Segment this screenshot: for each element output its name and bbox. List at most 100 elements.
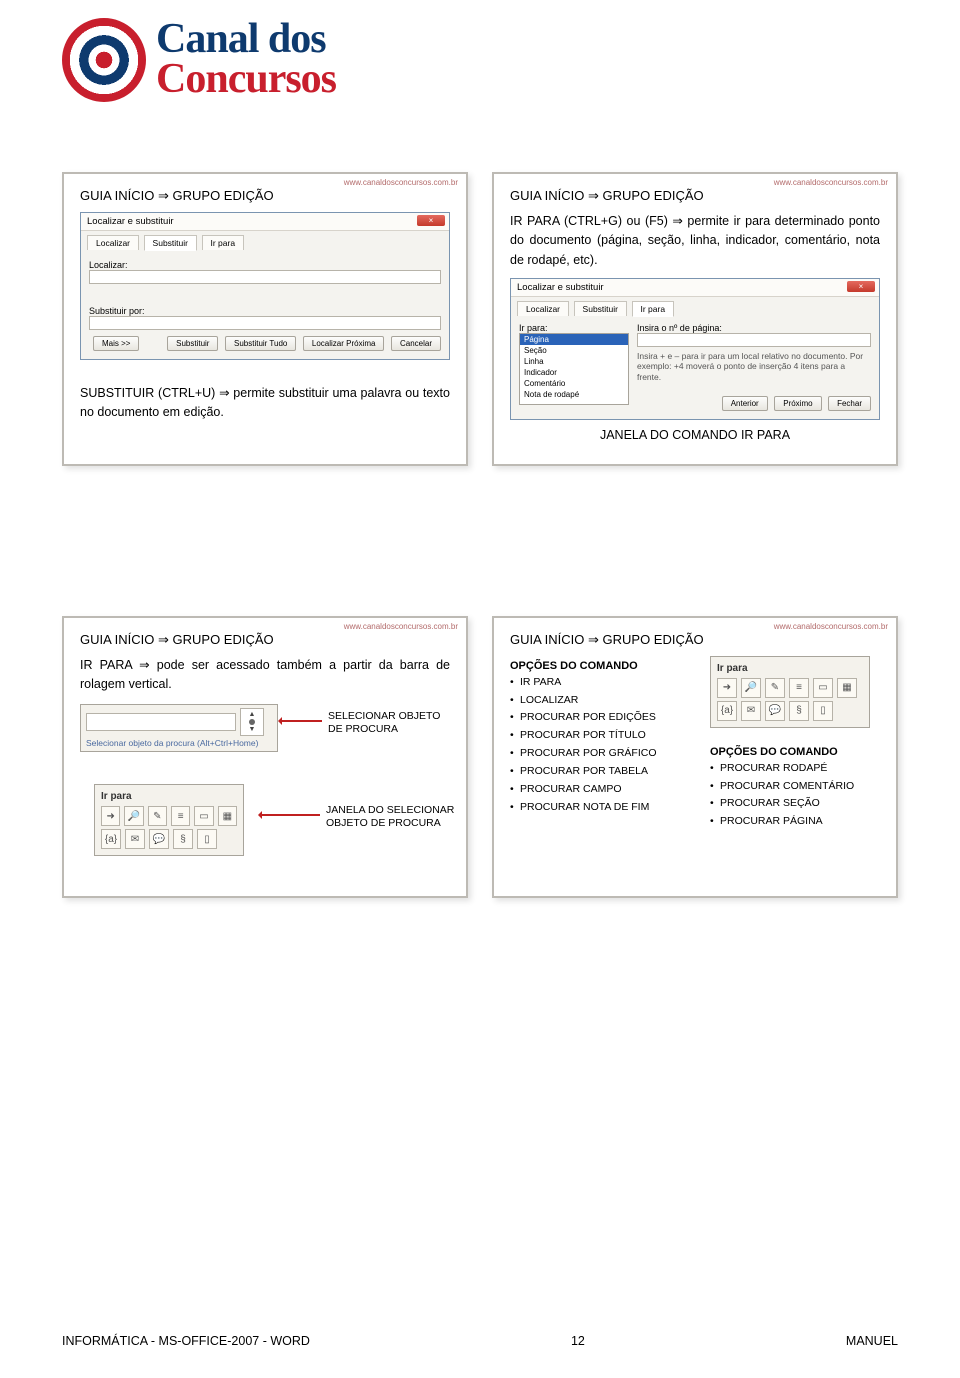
cancel-button[interactable]: Cancelar — [391, 336, 441, 351]
tab-localizar[interactable]: Localizar — [87, 235, 139, 250]
list-item[interactable]: Comentário — [520, 378, 628, 389]
slide-body-text: SUBSTITUIR (CTRL+U) ⇒ permite substituir… — [80, 384, 450, 423]
label-goto: Ir para: — [519, 323, 629, 333]
goto-toolbar: Ir para ➜ 🔎 ✎ ≡ ▭ ▦ {a} ✉ 💬 § ▯ — [94, 784, 244, 856]
slide-title: GUIA INÍCIO ⇒ GRUPO EDIÇÃO — [80, 632, 450, 648]
chooser-label: Selecionar objeto da procura (Alt+Ctrl+H… — [86, 738, 272, 748]
replace-button[interactable]: Substituir — [167, 336, 218, 351]
table-icon[interactable]: ▦ — [837, 678, 857, 698]
list-item: PROCURAR COMENTÁRIO — [710, 778, 880, 796]
list-item: PROCURAR POR TÍTULO — [510, 727, 696, 745]
list-icon[interactable]: ≡ — [789, 678, 809, 698]
watermark: www.canaldosconcursos.com.br — [774, 178, 888, 187]
slide-title: GUIA INÍCIO ⇒ GRUPO EDIÇÃO — [510, 188, 880, 204]
list-item[interactable]: Linha — [520, 356, 628, 367]
list-item: PROCURAR NOTA DE FIM — [510, 799, 696, 817]
comment-icon[interactable]: 💬 — [149, 829, 169, 849]
brackets-icon[interactable]: {a} — [717, 701, 737, 721]
page-number-input[interactable] — [637, 333, 871, 347]
tab-localizar[interactable]: Localizar — [517, 301, 569, 316]
logo-text: Canal dos Concursos — [156, 20, 336, 100]
label-replace: Substituir por: — [89, 306, 145, 316]
label-page-number: Insira o nº de página: — [637, 323, 871, 333]
slide-title: GUIA INÍCIO ⇒ GRUPO EDIÇÃO — [80, 188, 450, 204]
find-input[interactable] — [89, 270, 441, 284]
slide-goto-options: www.canaldosconcursos.com.br GUIA INÍCIO… — [492, 616, 898, 899]
circle-icon[interactable] — [249, 719, 255, 725]
section-icon[interactable]: § — [173, 829, 193, 849]
goto-toolbar: Ir para ➜ 🔎 ✎ ≡ ▭ ▦ {a} ✉ 💬 — [710, 656, 870, 728]
list-item: IR PARA — [510, 674, 696, 692]
arrow-icon[interactable]: ➜ — [717, 678, 737, 698]
previous-button[interactable]: Anterior — [722, 396, 768, 411]
page-icon[interactable]: ▯ — [197, 829, 217, 849]
note-icon[interactable]: ✉ — [125, 829, 145, 849]
picture-icon[interactable]: ▭ — [194, 806, 213, 826]
footer-left: INFORMÁTICA - MS-OFFICE-2007 - WORD — [62, 1334, 310, 1348]
replace-all-button[interactable]: Substituir Tudo — [225, 336, 296, 351]
tab-substituir[interactable]: Substituir — [144, 235, 197, 251]
section-icon[interactable]: § — [789, 701, 809, 721]
footer-right: MANUEL — [846, 1334, 898, 1348]
options-title-left: OPÇÕES DO COMANDO — [510, 660, 696, 672]
replace-input[interactable] — [89, 316, 441, 330]
caption-select-object-window: JANELA DO SELECIONAR OBJETO DE PROCURA — [326, 804, 454, 828]
slide-irpara: www.canaldosconcursos.com.br GUIA INÍCIO… — [492, 172, 898, 466]
arrow-icon[interactable]: ➜ — [101, 806, 120, 826]
list-item[interactable]: Seção — [520, 345, 628, 356]
close-icon[interactable]: × — [847, 281, 875, 292]
goto-listbox[interactable]: Página Seção Linha Indicador Comentário … — [519, 333, 629, 405]
tab-substituir[interactable]: Substituir — [574, 301, 627, 316]
list-item: PROCURAR SEÇÃO — [710, 795, 880, 813]
list-item: PROCURAR CAMPO — [510, 781, 696, 799]
tab-irpara[interactable]: Ir para — [632, 301, 675, 317]
find-next-button[interactable]: Localizar Próxima — [303, 336, 385, 351]
logo: Canal dos Concursos — [62, 18, 898, 102]
browse-object-chooser: ▲ ▼ Selecionar objeto da procura (Alt+Ct… — [80, 704, 278, 752]
logo-line2: Concursos — [156, 60, 336, 100]
note-icon[interactable]: ✉ — [741, 701, 761, 721]
logo-line1: Canal dos — [156, 20, 336, 60]
slide-body-text: IR PARA ⇒ pode ser acessado também a par… — [80, 656, 450, 695]
picture-icon[interactable]: ▭ — [813, 678, 833, 698]
brackets-icon[interactable]: {a} — [101, 829, 121, 849]
comment-icon[interactable]: 💬 — [765, 701, 785, 721]
next-button[interactable]: Próximo — [774, 396, 821, 411]
dialog-title: Localizar e substituir — [87, 216, 174, 227]
slide-body-text: IR PARA (CTRL+G) ou (F5) ⇒ permite ir pa… — [510, 212, 880, 270]
pencil-icon[interactable]: ✎ — [148, 806, 167, 826]
list-item: PROCURAR RODAPÉ — [710, 760, 880, 778]
list-item[interactable]: Página — [520, 334, 628, 345]
dialog-goto: Localizar e substituir × Localizar Subst… — [510, 278, 880, 420]
list-item[interactable]: Indicador — [520, 367, 628, 378]
chevron-down-icon[interactable]: ▼ — [249, 726, 256, 733]
slide-substituir: www.canaldosconcursos.com.br GUIA INÍCIO… — [62, 172, 468, 466]
footer-page-number: 12 — [571, 1334, 585, 1348]
page-icon[interactable]: ▯ — [813, 701, 833, 721]
dialog-title: Localizar e substituir — [517, 282, 604, 293]
dialog-find-replace: Localizar e substituir × Localizar Subst… — [80, 212, 450, 360]
pencil-icon[interactable]: ✎ — [765, 678, 785, 698]
binoculars-icon[interactable]: 🔎 — [741, 678, 761, 698]
table-icon[interactable]: ▦ — [218, 806, 237, 826]
more-button[interactable]: Mais >> — [93, 336, 139, 351]
chevron-up-icon[interactable]: ▲ — [249, 711, 256, 718]
toolbar-title: Ir para — [101, 791, 237, 802]
close-icon[interactable]: × — [417, 215, 445, 226]
binoculars-icon[interactable]: 🔎 — [124, 806, 143, 826]
close-button[interactable]: Fechar — [828, 396, 871, 411]
caption-select-object: SELECIONAR OBJETO DE PROCURA — [328, 710, 440, 734]
watermark: www.canaldosconcursos.com.br — [344, 178, 458, 187]
list-item[interactable]: Nota de rodapé — [520, 389, 628, 400]
label-find: Localizar: — [89, 260, 128, 270]
options-title-right: OPÇÕES DO COMANDO — [710, 746, 880, 758]
slide-title: GUIA INÍCIO ⇒ GRUPO EDIÇÃO — [510, 632, 880, 648]
list-icon[interactable]: ≡ — [171, 806, 190, 826]
tab-irpara[interactable]: Ir para — [202, 235, 245, 250]
list-item: PROCURAR POR GRÁFICO — [510, 745, 696, 763]
slide-scroll-goto: www.canaldosconcursos.com.br GUIA INÍCIO… — [62, 616, 468, 899]
list-item: PROCURAR POR EDIÇÕES — [510, 709, 696, 727]
scrollbar-spinner[interactable]: ▲ ▼ — [240, 708, 264, 736]
list-item: LOCALIZAR — [510, 692, 696, 710]
watermark: www.canaldosconcursos.com.br — [774, 622, 888, 631]
